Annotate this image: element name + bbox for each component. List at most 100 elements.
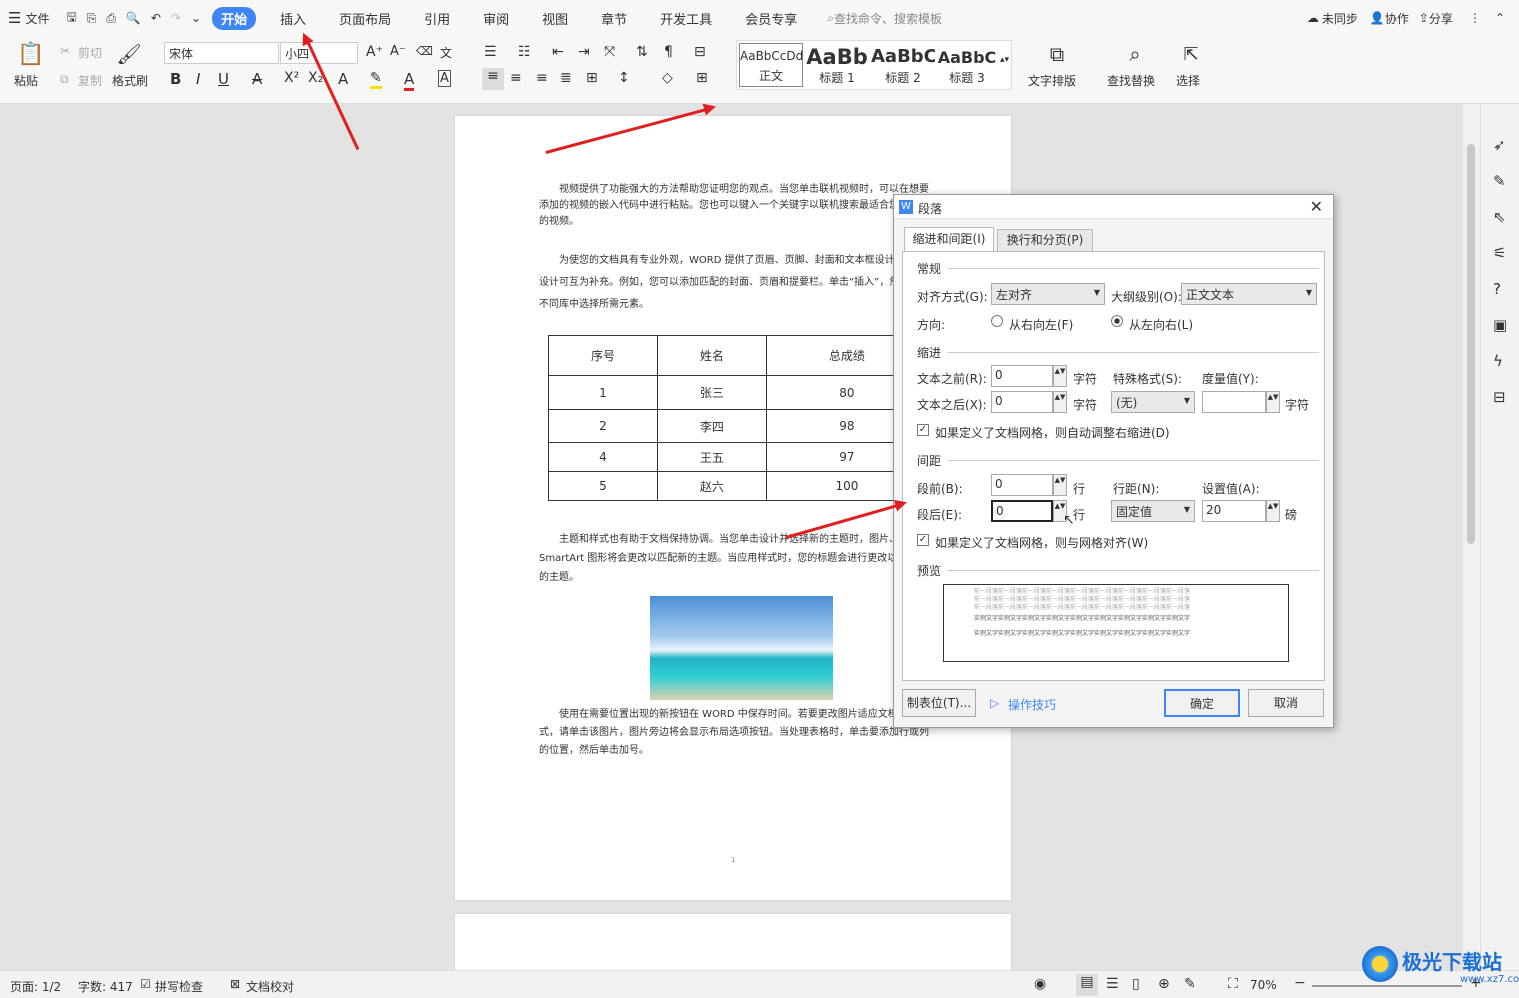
eye-icon[interactable]: ◉ — [1034, 976, 1046, 992]
quick-access-dropdown-icon[interactable]: ⌄ — [191, 11, 201, 25]
paragraph-1[interactable]: 视频提供了功能强大的方法帮助您证明您的观点。当您单击联机视频时，可以在想要添加的… — [539, 182, 929, 230]
alignment-select[interactable]: 左对齐 — [991, 283, 1105, 305]
zoom-level[interactable]: 70% — [1250, 978, 1277, 992]
space-before-spinner[interactable]: ▲▼ — [1053, 474, 1067, 496]
measure-spinner[interactable]: ▲▼ — [1266, 391, 1280, 413]
distribute-icon[interactable]: ⊞ — [586, 70, 598, 86]
superscript-icon[interactable]: X² — [284, 70, 299, 86]
zoom-out-icon[interactable]: − — [1294, 975, 1306, 991]
increase-indent-icon[interactable]: ⇥ — [578, 44, 590, 60]
scroll-thumb[interactable] — [1467, 144, 1475, 544]
tab-developer[interactable]: 开发工具 — [651, 7, 721, 30]
styles-scroll-icon[interactable]: ▴▾ — [1000, 55, 1009, 65]
ok-button[interactable]: 确定 — [1164, 689, 1240, 717]
paste-icon[interactable]: 📋 — [16, 40, 46, 68]
share-button[interactable]: 分享 — [1429, 10, 1453, 27]
tab-home[interactable]: 开始 — [212, 6, 257, 30]
clear-format-icon[interactable]: ⌫ — [416, 44, 433, 58]
paste-label[interactable]: 粘贴 — [14, 72, 38, 89]
unit-char[interactable]: 字符 — [1073, 370, 1097, 387]
tab-references[interactable]: 引用 — [415, 7, 459, 30]
measure-input[interactable] — [1202, 391, 1266, 413]
space-after-input[interactable]: 0 — [991, 500, 1053, 522]
score-table[interactable]: 序号 姓名 总成绩 1 张三 80 2 李四 98 4 王五 97 5 赵六 100 — [548, 335, 929, 501]
paragraph-3[interactable]: 主题和样式也有助于文档保持协调。当您单击设计并选择新的主题时，图片、图表或 Sm… — [539, 530, 929, 587]
bullet-list-icon[interactable]: ☰ — [484, 44, 497, 60]
align-left-icon[interactable]: ≡ — [482, 68, 504, 90]
italic-icon[interactable]: I — [196, 70, 200, 88]
line-spacing-select[interactable]: 固定值 — [1111, 500, 1195, 522]
unit-line[interactable]: 行 — [1073, 480, 1085, 497]
save-icon[interactable]: 🖫 — [66, 8, 76, 29]
annotate-icon[interactable]: ✎ — [1184, 976, 1196, 992]
space-before-input[interactable]: 0 — [991, 474, 1053, 496]
text-layout-icon[interactable]: ⧉ — [1044, 40, 1070, 68]
tab-review[interactable]: 审阅 — [474, 7, 518, 30]
beach-image[interactable] — [650, 596, 833, 700]
tips-link[interactable]: 操作技巧 — [1008, 696, 1056, 713]
web-view-icon[interactable]: ⊕ — [1158, 976, 1170, 992]
font-size-select[interactable]: 小四 — [280, 42, 358, 64]
unit-char[interactable]: 字符 — [1073, 396, 1097, 413]
set-value-spinner[interactable]: ▲▼ — [1266, 500, 1280, 522]
format-painter-icon[interactable]: 🖌 — [116, 40, 141, 68]
page-indicator[interactable]: 页面: 1/2 — [10, 978, 61, 995]
tab-stops-icon[interactable]: ⊟ — [694, 44, 706, 60]
more-icon[interactable]: ⋮ — [1469, 11, 1481, 25]
select-icon[interactable]: ⇱ — [1180, 40, 1202, 68]
cut-button[interactable]: 剪切 — [78, 44, 102, 61]
grid-align-checkbox[interactable]: ✓ — [917, 534, 929, 546]
before-text-input[interactable]: 0 — [991, 365, 1053, 387]
pen-icon[interactable]: ✎ — [1493, 172, 1506, 190]
tab-view[interactable]: 视图 — [533, 7, 577, 30]
strikethrough-icon[interactable]: A — [252, 70, 262, 88]
ltr-label[interactable]: 从左向右(L) — [1129, 316, 1193, 333]
redo-icon[interactable]: ↷ — [171, 11, 181, 25]
tab-stops-button[interactable]: 制表位(T)... — [902, 689, 976, 717]
phonetic-icon[interactable]: 文 — [440, 44, 452, 61]
tab-line-page-breaks[interactable]: 换行和分页(P) — [997, 229, 1093, 251]
rocket-icon[interactable]: ➶ — [1493, 136, 1506, 154]
export-icon[interactable]: ⎘ — [87, 11, 97, 26]
undo-icon[interactable]: ↶ — [151, 11, 161, 25]
sync-status[interactable]: 未同步 — [1322, 10, 1358, 27]
style-heading2[interactable]: AaBbC 标题 2 — [871, 43, 935, 87]
copy-button[interactable]: 复制 — [78, 72, 102, 89]
special-format-select[interactable]: (无) — [1111, 391, 1195, 413]
text-layout-label[interactable]: 文字排版 — [1028, 72, 1076, 89]
read-view-icon[interactable]: ▯ — [1132, 976, 1140, 992]
zoom-slider[interactable] — [1312, 985, 1462, 987]
grid-align-label[interactable]: 如果定义了文档网格，则与网格对齐(W) — [935, 534, 1148, 551]
underline-icon[interactable]: U — [218, 70, 229, 88]
format-painter-label[interactable]: 格式刷 — [112, 72, 148, 89]
close-icon[interactable]: ✕ — [1310, 197, 1323, 216]
font-family-select[interactable]: 宋体 — [164, 42, 279, 64]
borders-icon[interactable]: ⊞ — [696, 70, 708, 86]
find-replace-icon[interactable]: ⌕ — [1122, 40, 1148, 68]
align-center-icon[interactable]: ≡ — [510, 70, 522, 86]
vertical-scrollbar[interactable] — [1463, 104, 1480, 970]
find-replace-label[interactable]: 查找替换 — [1107, 72, 1155, 89]
justify-icon[interactable]: ≣ — [560, 70, 572, 86]
proof-button[interactable]: 文档校对 — [246, 978, 294, 995]
shading-icon[interactable]: ◇ — [662, 70, 673, 86]
print-icon[interactable]: ⎙ — [106, 11, 116, 26]
word-count[interactable]: 字数: 417 — [78, 978, 133, 995]
shrink-font-icon[interactable]: A⁻ — [390, 44, 406, 59]
tab-insert[interactable]: 插入 — [271, 7, 315, 30]
set-value-input[interactable]: 20 — [1202, 500, 1266, 522]
image-tool-icon[interactable]: ▣ — [1493, 316, 1507, 334]
rtl-label[interactable]: 从右向左(F) — [1009, 316, 1073, 333]
style-heading3[interactable]: AaBbC 标题 3 — [935, 43, 999, 87]
show-marks-icon[interactable]: ¶ — [664, 44, 673, 60]
select-label[interactable]: 选择 — [1176, 72, 1200, 89]
highlight-icon[interactable]: ✎ — [370, 70, 382, 89]
cancel-button[interactable]: 取消 — [1248, 689, 1324, 717]
cursor-icon[interactable]: ⇖ — [1493, 208, 1506, 226]
align-right-icon[interactable]: ≡ — [536, 70, 548, 86]
rtl-radio[interactable] — [991, 315, 1003, 327]
style-heading1[interactable]: AaBb 标题 1 — [805, 43, 869, 87]
outline-view-icon[interactable]: ☰ — [1106, 976, 1119, 992]
line-spacing-icon[interactable]: ↕ — [618, 70, 630, 86]
help-icon[interactable]: ? — [1493, 280, 1501, 298]
